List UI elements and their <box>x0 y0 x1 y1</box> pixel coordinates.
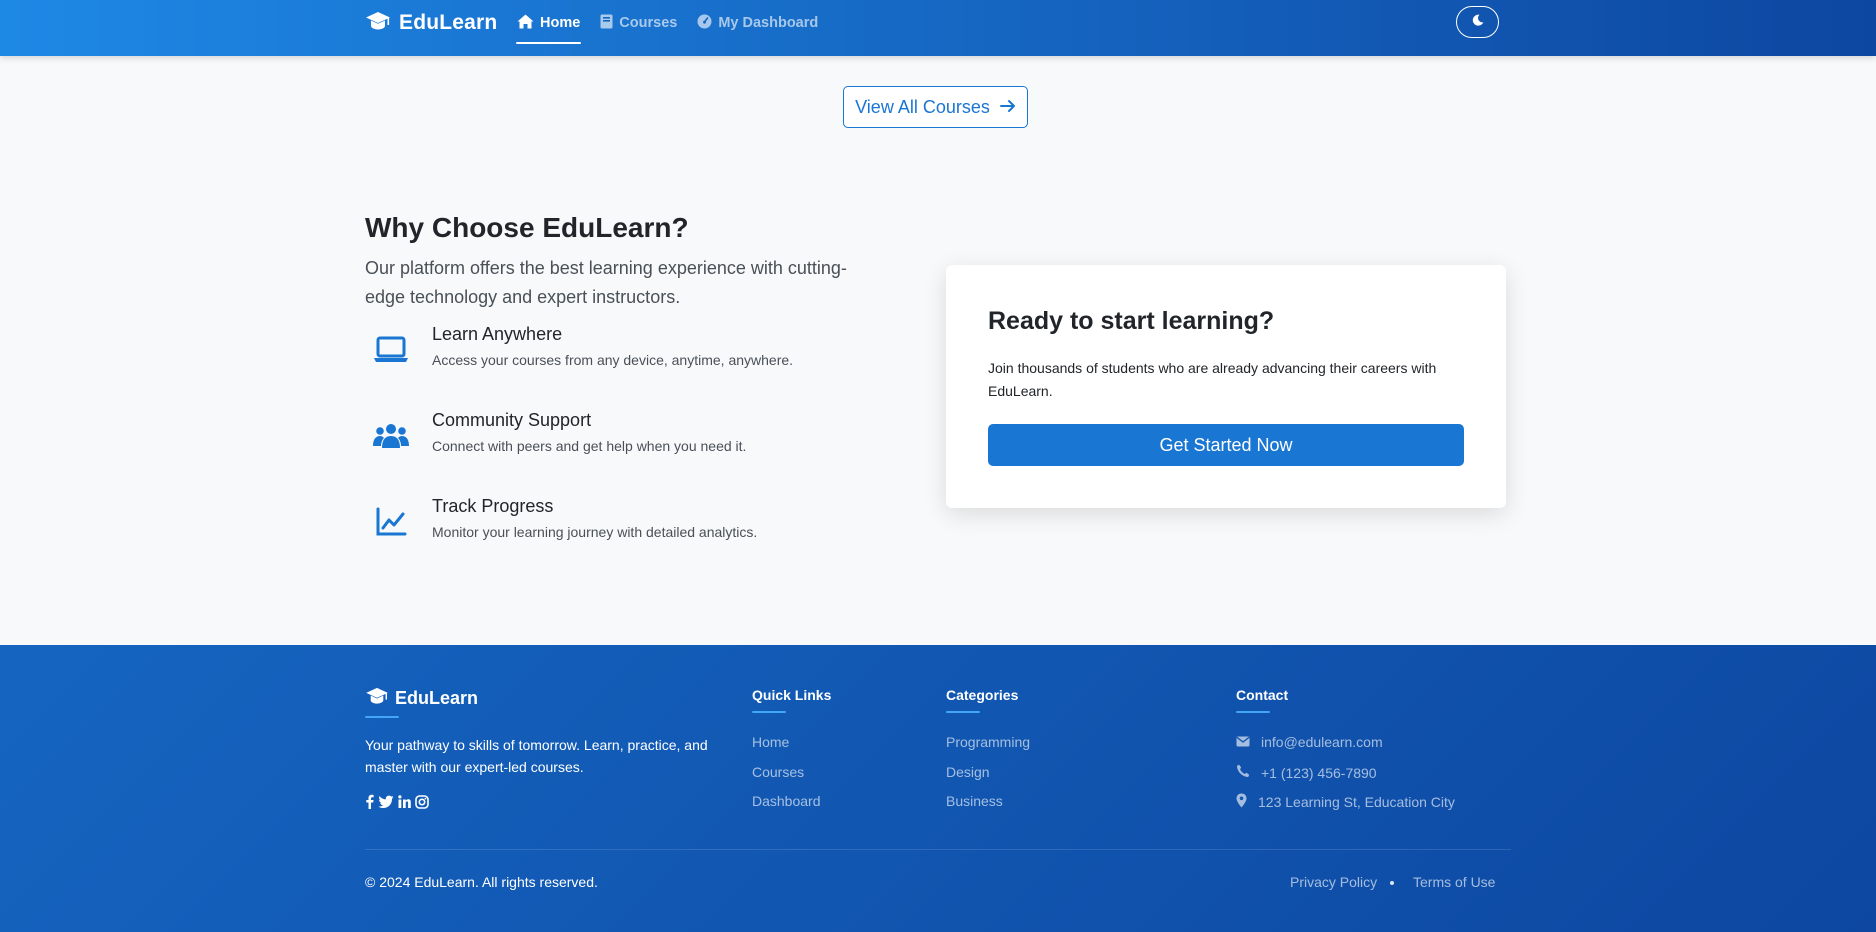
cta-title: Ready to start learning? <box>988 307 1275 335</box>
quick-links-heading: Quick Links <box>752 687 832 703</box>
navbar-brand[interactable]: EduLearn <box>365 10 497 36</box>
footer-link-home[interactable]: Home <box>752 734 789 750</box>
contact-underline <box>1236 711 1270 713</box>
chart-line-icon <box>373 504 409 540</box>
envelope-icon <box>1236 734 1261 750</box>
feature-description: Monitor your learning journey with detai… <box>432 524 758 540</box>
nav-link-courses[interactable]: Courses <box>594 0 683 46</box>
twitter-icon[interactable] <box>378 795 394 809</box>
map-marker-icon <box>1236 793 1258 811</box>
social-links <box>365 794 429 809</box>
categories-heading: Categories <box>946 687 1019 703</box>
contact-phone[interactable]: +1 (123) 456-7890 <box>1236 764 1377 781</box>
footer-category-design[interactable]: Design <box>946 764 990 780</box>
footer-brand[interactable]: EduLearn <box>365 687 478 710</box>
copyright-text: © 2024 EduLearn. All rights reserved. <box>365 874 598 890</box>
laptop-icon <box>373 332 409 368</box>
privacy-policy-link[interactable]: Privacy Policy <box>1290 874 1377 890</box>
feature-item: Community Support Connect with peers and… <box>365 410 885 470</box>
arrow-right-icon <box>990 97 1016 118</box>
feature-title: Track Progress <box>432 496 554 516</box>
view-all-courses-label: View All Courses <box>855 96 990 117</box>
tachometer-icon <box>697 14 718 33</box>
instagram-icon[interactable] <box>415 794 429 809</box>
theme-toggle-button[interactable] <box>1456 6 1499 38</box>
graduation-cap-icon <box>365 687 389 710</box>
feature-title: Community Support <box>432 410 592 430</box>
footer-brand-name: EduLearn <box>395 688 479 708</box>
footer-divider <box>365 849 1511 850</box>
brand-name: EduLearn <box>399 11 498 34</box>
feature-title: Learn Anywhere <box>432 324 563 344</box>
footer-tagline: Your pathway to skills of tomorrow. Lear… <box>365 737 708 775</box>
contact-heading: Contact <box>1236 687 1289 703</box>
why-section-title: Why Choose EduLearn? <box>365 212 689 243</box>
feature-description: Connect with peers and get help when you… <box>432 438 747 454</box>
legal-separator-dot <box>1390 881 1394 885</box>
feature-item: Track Progress Monitor your learning jou… <box>365 496 885 556</box>
footer-category-business[interactable]: Business <box>946 793 1003 809</box>
footer-link-dashboard[interactable]: Dashboard <box>752 793 821 809</box>
why-section-description: Our platform offers the best learning ex… <box>365 258 847 307</box>
nav-link-courses-label: Courses <box>619 15 678 31</box>
contact-email[interactable]: info@edulearn.com <box>1236 734 1383 750</box>
footer-brand-underline <box>365 716 399 718</box>
contact-email-text: info@edulearn.com <box>1261 734 1383 750</box>
moon-icon <box>1472 13 1484 31</box>
feature-item: Learn Anywhere Access your courses from … <box>365 324 885 384</box>
footer-category-programming[interactable]: Programming <box>946 734 1030 750</box>
navbar: EduLearn Home Courses My Dashboard <box>0 0 1876 56</box>
contact-phone-text: +1 (123) 456-7890 <box>1261 764 1377 781</box>
nav-link-dashboard-label: My Dashboard <box>718 15 819 31</box>
feature-description: Access your courses from any device, any… <box>432 352 794 368</box>
terms-of-use-link[interactable]: Terms of Use <box>1413 874 1495 890</box>
nav-links: Home Courses My Dashboard <box>511 0 832 46</box>
get-started-button[interactable]: Get Started Now <box>988 424 1464 466</box>
cta-description: Join thousands of students who are alrea… <box>988 360 1437 399</box>
quick-links-underline <box>752 711 786 713</box>
footer: EduLearn Your pathway to skills of tomor… <box>0 645 1876 932</box>
contact-address-text: 123 Learning St, Education City <box>1258 794 1455 810</box>
home-icon <box>517 14 540 33</box>
nav-link-home-label: Home <box>540 15 581 31</box>
phone-icon <box>1236 764 1261 781</box>
contact-address: 123 Learning St, Education City <box>1236 793 1455 811</box>
nav-link-dashboard[interactable]: My Dashboard <box>691 0 824 46</box>
footer-link-courses[interactable]: Courses <box>752 764 804 780</box>
users-icon <box>373 418 409 454</box>
cta-card: Ready to start learning? Join thousands … <box>946 265 1506 508</box>
graduation-cap-icon <box>365 11 391 36</box>
categories-underline <box>946 711 980 713</box>
nav-link-home[interactable]: Home <box>511 0 586 46</box>
linkedin-icon[interactable] <box>398 795 411 808</box>
view-all-courses-button[interactable]: View All Courses <box>843 86 1028 128</box>
facebook-icon[interactable] <box>365 794 374 809</box>
book-icon <box>600 14 619 33</box>
